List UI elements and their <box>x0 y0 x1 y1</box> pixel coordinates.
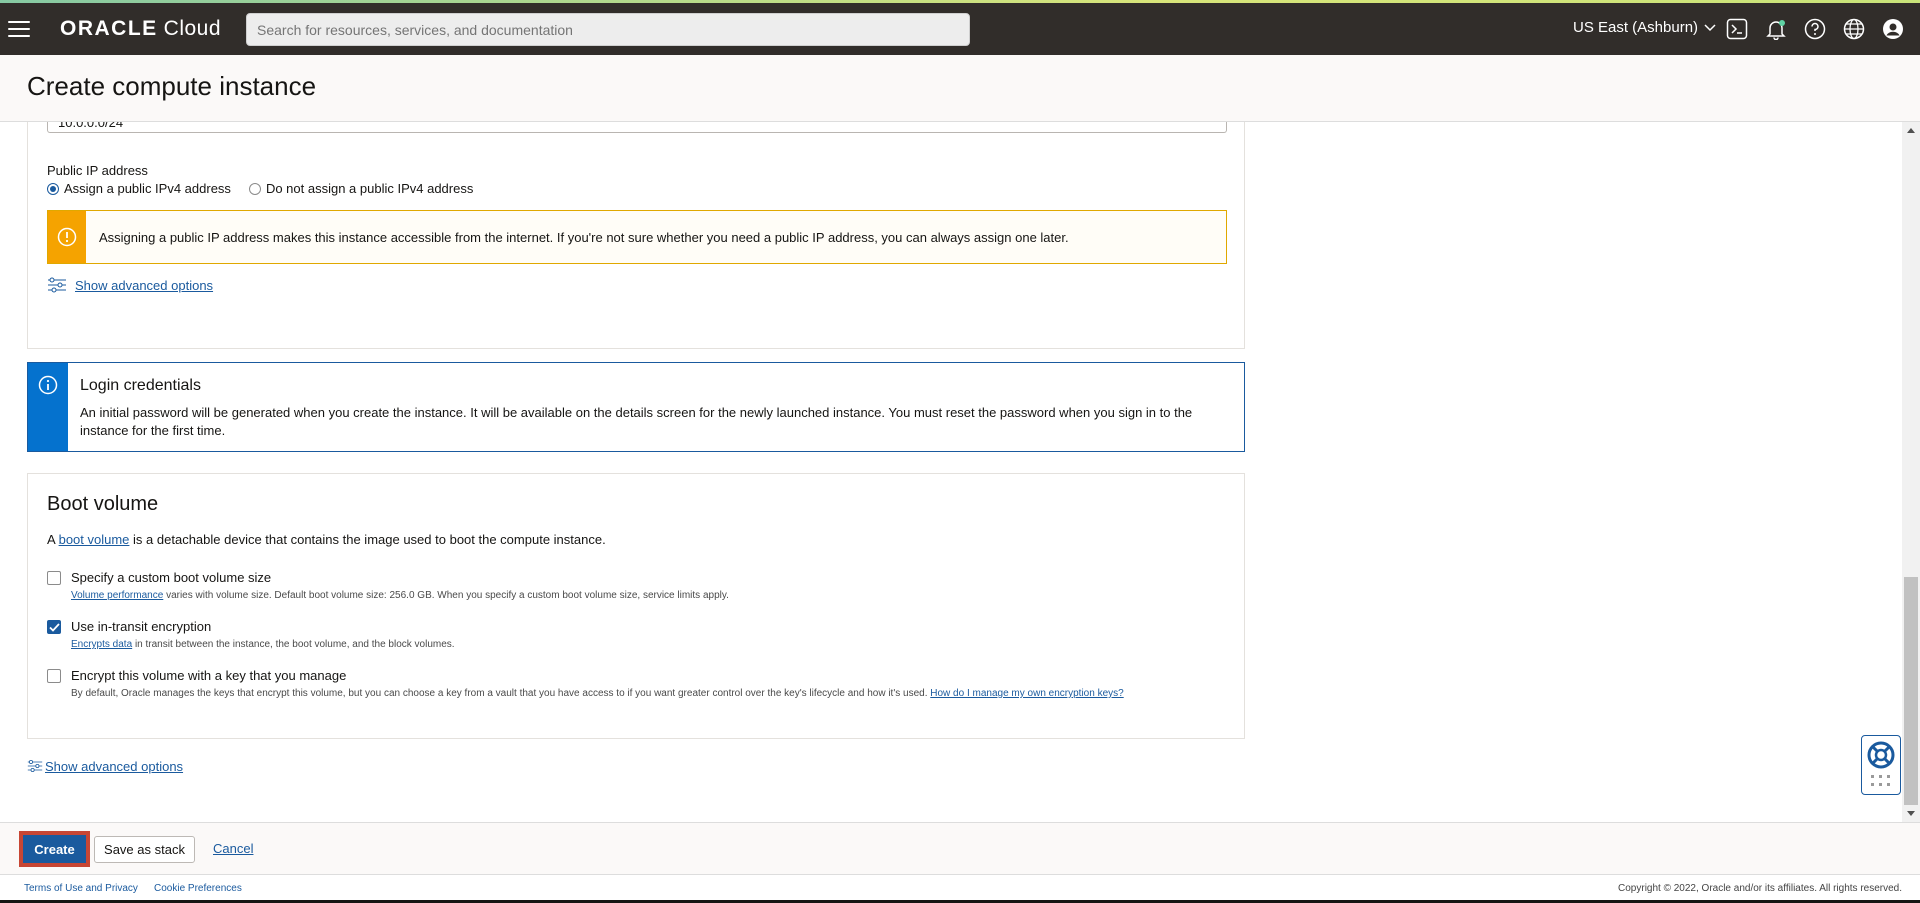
help-icon[interactable] <box>1803 17 1827 41</box>
cancel-link[interactable]: Cancel <box>213 841 253 856</box>
custom-size-help: Volume performance varies with volume si… <box>71 590 729 601</box>
transit-encryption-option: Use in-transit encryption Encrypts data … <box>47 619 455 650</box>
scroll-up-arrow[interactable] <box>1907 128 1915 133</box>
encrypts-data-link[interactable]: Encrypts data <box>71 639 132 650</box>
form-action-bar: Create Save as stack Cancel <box>0 822 1920 874</box>
own-key-help-text: By default, Oracle manages the keys that… <box>71 688 928 699</box>
networking-section: Public IP address Assign a public IPv4 a… <box>27 122 1245 349</box>
networking-show-advanced[interactable]: Show advanced options <box>47 277 213 293</box>
radio-no-public-ip[interactable]: Do not assign a public IPv4 address <box>248 181 474 196</box>
help-widget[interactable] <box>1861 735 1901 795</box>
cookie-preferences-link[interactable]: Cookie Preferences <box>154 883 242 894</box>
radio-no-public-ip-control[interactable] <box>248 182 261 195</box>
radio-assign-public-ip-control[interactable] <box>47 182 59 195</box>
region-selector[interactable]: US East (Ashburn) <box>1573 19 1716 36</box>
public-ip-label: Public IP address <box>47 163 148 178</box>
boot-volume-title: Boot volume <box>47 493 159 515</box>
region-label: US East (Ashburn) <box>1573 19 1699 36</box>
boot-volume-intro: A boot volume is a detachable device tha… <box>47 532 606 547</box>
login-credentials-title: Login credentials <box>80 377 201 394</box>
public-ip-warning: Assigning a public IP address makes this… <box>47 210 1227 264</box>
transit-encryption-help-text: in transit between the instance, the boo… <box>134 639 455 650</box>
radio-assign-public-ip-label: Assign a public IPv4 address <box>64 181 231 196</box>
global-search-input[interactable] <box>246 13 970 46</box>
manage-keys-link[interactable]: How do I manage my own encryption keys? <box>930 688 1123 699</box>
menu-icon[interactable] <box>8 21 30 37</box>
page-title: Create compute instance <box>27 71 317 101</box>
scroll-down-arrow[interactable] <box>1907 811 1915 816</box>
volume-performance-link[interactable]: Volume performance <box>71 590 163 601</box>
custom-size-checkbox[interactable] <box>47 571 61 585</box>
transit-encryption-help: Encrypts data in transit between the ins… <box>71 639 455 650</box>
user-icon[interactable] <box>1881 17 1905 41</box>
logo-brand: ORACLE <box>60 17 158 40</box>
terms-link[interactable]: Terms of Use and Privacy <box>24 883 138 894</box>
cloud-shell-icon[interactable] <box>1725 17 1749 41</box>
custom-size-label: Specify a custom boot volume size <box>71 570 272 585</box>
page-footer: Terms of Use and Privacy Cookie Preferen… <box>0 874 1920 900</box>
top-navigation-bar: ORACLE Cloud US East (Ashburn) <box>0 3 1920 55</box>
globe-icon[interactable] <box>1842 17 1866 41</box>
nav-icon-group <box>1725 17 1920 41</box>
page-header: Create compute instance <box>0 55 1920 122</box>
sliders-icon <box>48 277 66 293</box>
transit-encryption-label: Use in-transit encryption <box>71 619 212 634</box>
boot-intro-suffix: is a detachable device that contains the… <box>133 532 606 547</box>
radio-no-public-ip-label: Do not assign a public IPv4 address <box>265 181 474 196</box>
copyright-text: Copyright © 2022, Oracle and/or its affi… <box>1618 883 1902 894</box>
oracle-cloud-logo[interactable]: ORACLE Cloud <box>60 17 221 41</box>
create-button[interactable]: Create <box>19 831 90 867</box>
checkmark-icon <box>48 622 60 632</box>
networking-show-advanced-link[interactable]: Show advanced options <box>75 278 213 293</box>
boot-volume-link[interactable]: boot volume <box>59 532 130 547</box>
sliders-icon <box>27 760 43 772</box>
own-key-label: Encrypt this volume with a key that you … <box>71 668 347 683</box>
save-as-stack-button[interactable]: Save as stack <box>94 836 195 863</box>
login-credentials-text: An initial password will be generated wh… <box>80 405 1193 438</box>
boot-show-advanced-link[interactable]: Show advanced options <box>45 759 183 774</box>
custom-size-option: Specify a custom boot volume size Volume… <box>47 570 729 601</box>
login-credentials-info: Login credentials An initial password wi… <box>27 362 1245 452</box>
own-key-help: By default, Oracle manages the keys that… <box>71 688 1124 699</box>
own-key-option: Encrypt this volume with a key that you … <box>47 668 1124 699</box>
form-scroll-area[interactable]: Public IP address Assign a public IPv4 a… <box>0 122 1920 822</box>
bell-icon[interactable] <box>1764 17 1788 41</box>
logo-product: Cloud <box>163 17 222 40</box>
transit-encryption-checkbox[interactable] <box>47 620 61 634</box>
boot-show-advanced[interactable]: Show advanced options <box>27 758 183 774</box>
vertical-scrollbar[interactable] <box>1902 122 1920 822</box>
scrollbar-thumb[interactable] <box>1904 577 1918 805</box>
radio-assign-public-ip[interactable]: Assign a public IPv4 address <box>47 181 231 196</box>
public-ip-radio-group: Assign a public IPv4 address Do not assi… <box>47 181 491 196</box>
boot-volume-section: Boot volume A boot volume is a detachabl… <box>27 473 1245 739</box>
subnet-cidr-field[interactable] <box>47 122 1227 133</box>
lifebuoy-icon <box>1867 741 1895 769</box>
warning-text: Assigning a public IP address makes this… <box>99 229 1069 245</box>
boot-intro-prefix: A <box>47 532 55 547</box>
own-key-checkbox[interactable] <box>47 669 61 683</box>
warning-icon <box>48 211 86 263</box>
drag-handle-icon[interactable] <box>1870 774 1892 788</box>
custom-size-help-text: varies with volume size. Default boot vo… <box>166 590 729 601</box>
info-icon <box>28 363 68 451</box>
chevron-down-icon <box>1704 23 1716 31</box>
